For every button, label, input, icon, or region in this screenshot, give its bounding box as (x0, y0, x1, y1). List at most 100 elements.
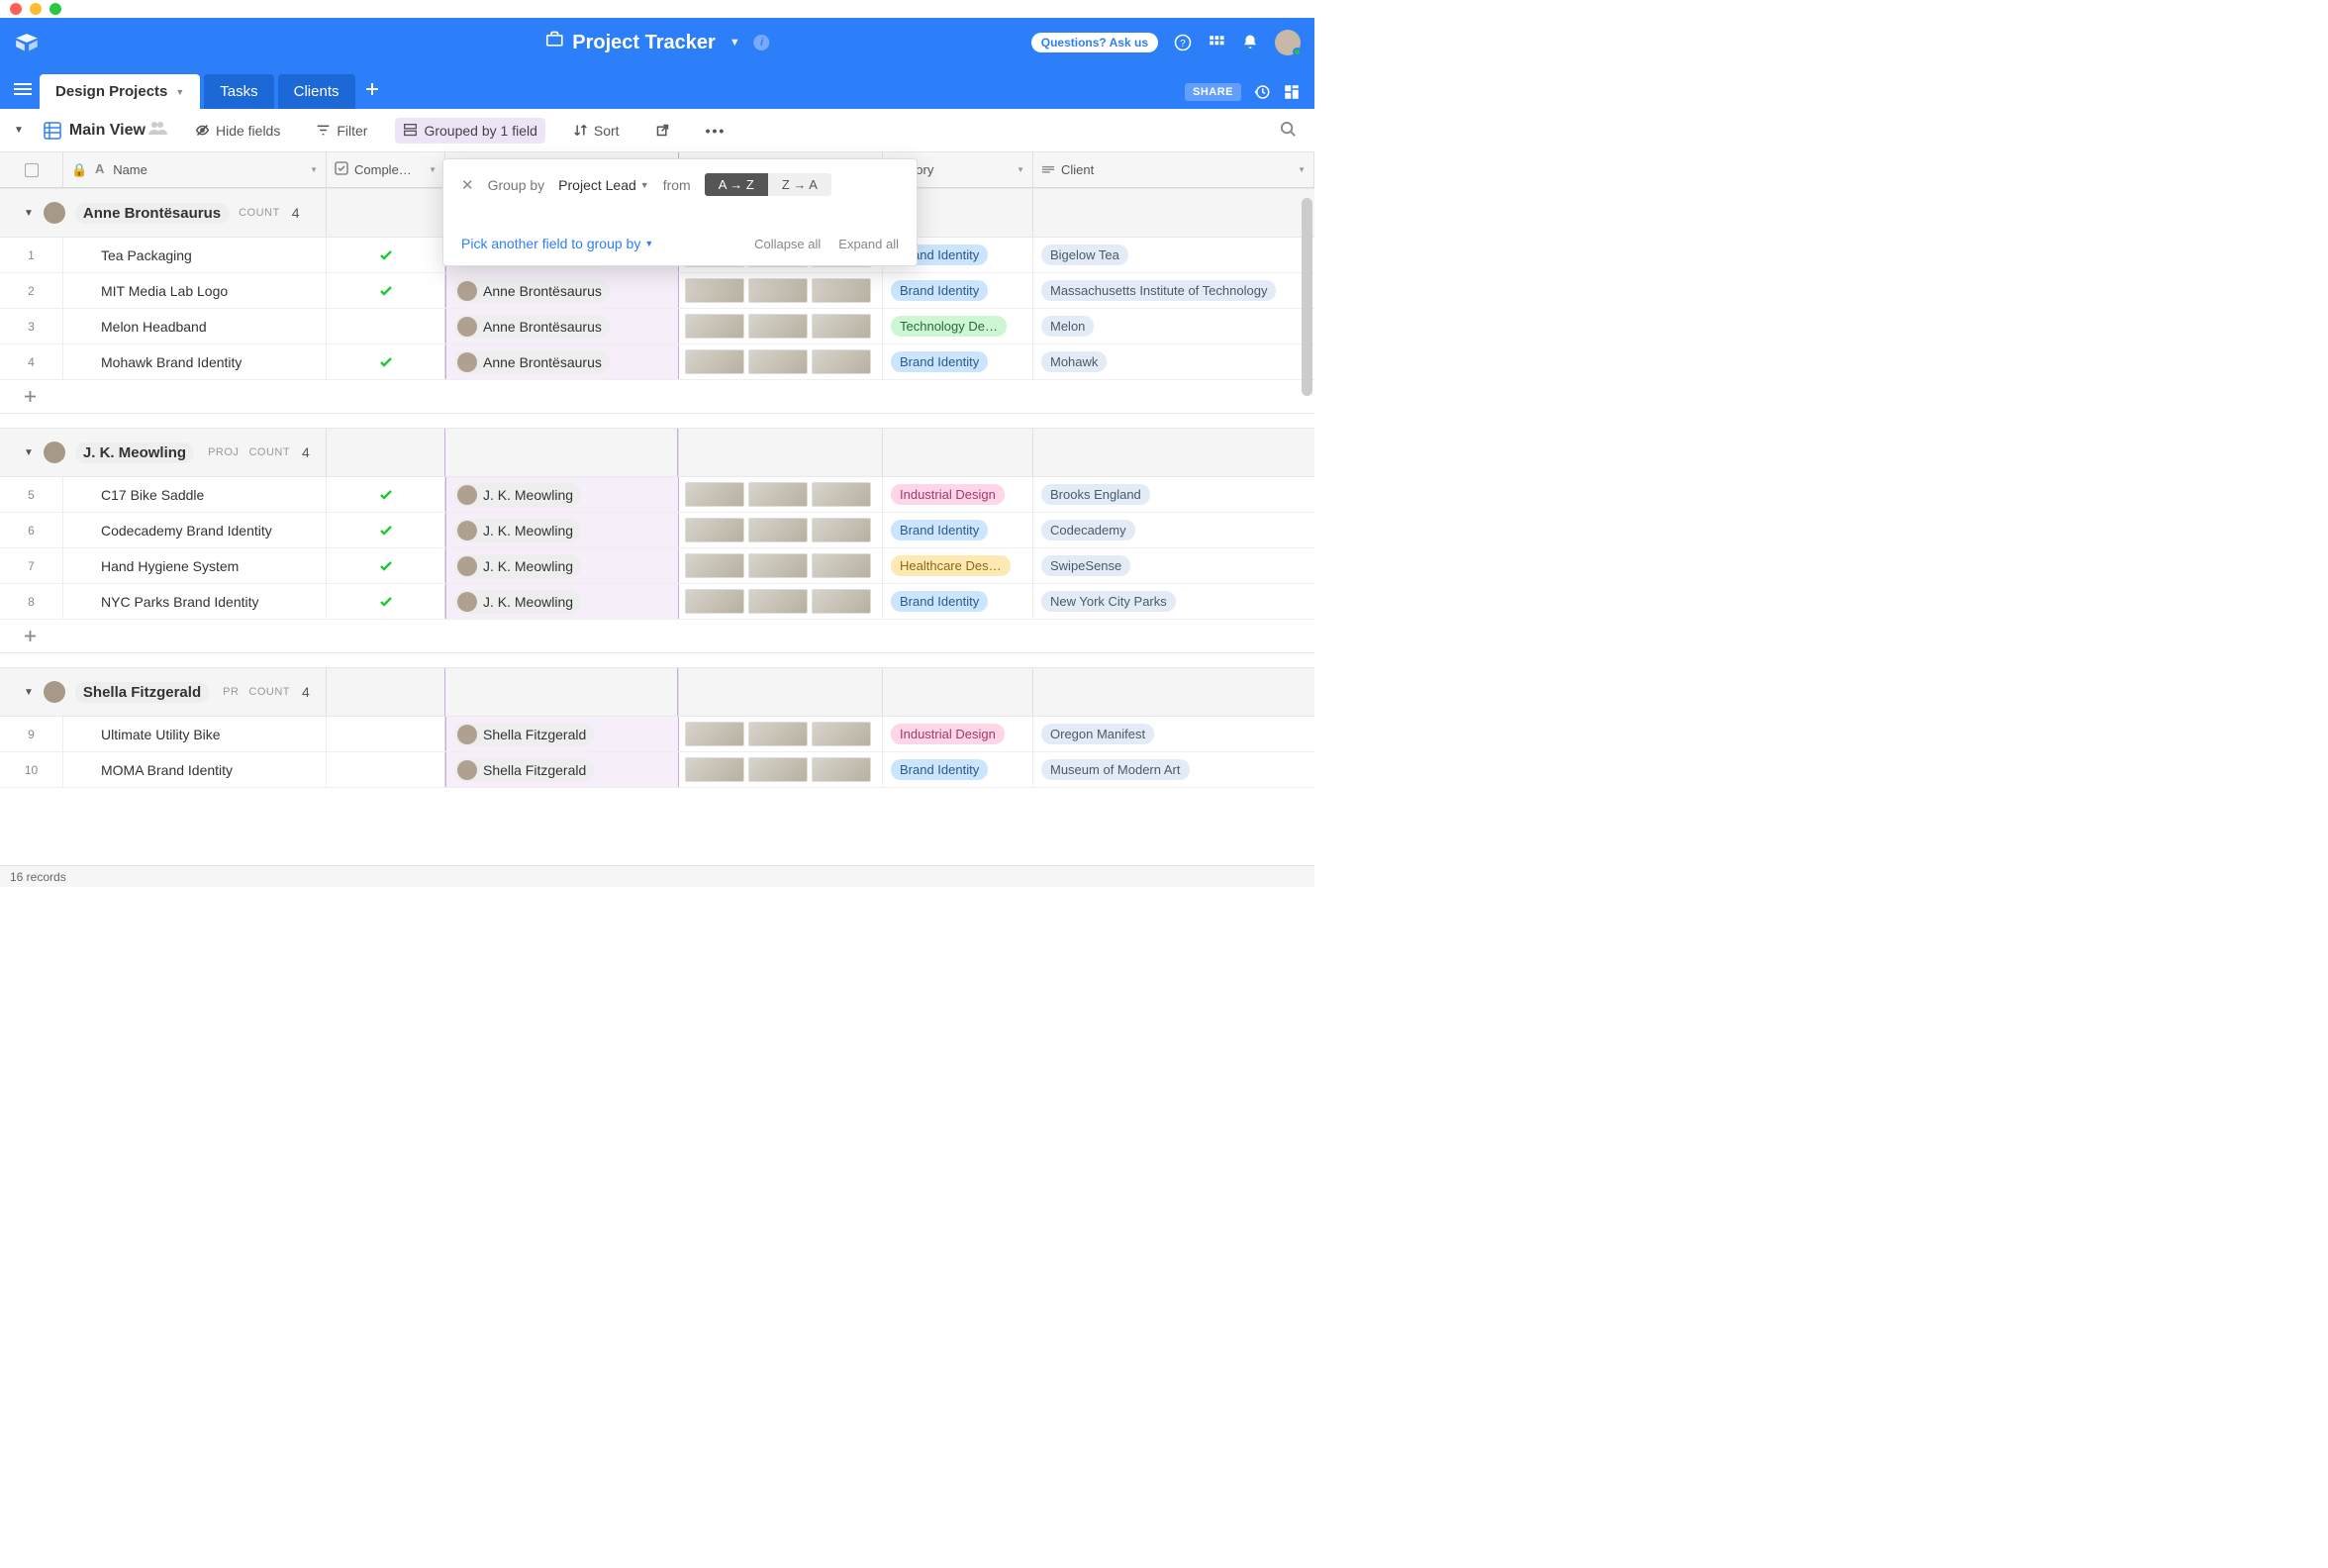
attachment-thumbnail[interactable] (748, 518, 808, 542)
apps-grid-icon[interactable] (1208, 34, 1225, 51)
expand-all-button[interactable]: Expand all (838, 237, 899, 251)
cell-client[interactable]: New York City Parks (1033, 584, 1314, 619)
attachment-thumbnail[interactable] (748, 722, 808, 746)
column-header-name[interactable]: 🔒 A Name ▼ (63, 152, 327, 187)
cell-category[interactable]: Healthcare Des… (883, 548, 1033, 583)
attachment-thumbnail[interactable] (685, 278, 744, 303)
cell-client[interactable]: Brooks England (1033, 477, 1314, 512)
cell-name[interactable]: Codecademy Brand Identity (63, 513, 327, 547)
cell-project-lead[interactable]: J. K. Meowling (445, 477, 679, 512)
group-button[interactable]: Grouped by 1 field (395, 118, 544, 144)
attachment-thumbnail[interactable] (748, 349, 808, 374)
cell-photos[interactable] (679, 584, 883, 619)
cell-client[interactable]: Bigelow Tea (1033, 238, 1314, 272)
attachment-thumbnail[interactable] (748, 589, 808, 614)
cell-complete[interactable] (327, 584, 445, 619)
cell-client[interactable]: Massachusetts Institute of Technology (1033, 273, 1314, 308)
attachment-thumbnail[interactable] (812, 722, 871, 746)
sort-button[interactable]: Sort (565, 118, 628, 144)
base-dropdown-caret-icon[interactable]: ▼ (729, 37, 740, 49)
column-header-client[interactable]: Client ▼ (1033, 152, 1314, 187)
cell-photos[interactable] (679, 548, 883, 583)
cell-name[interactable]: MIT Media Lab Logo (63, 273, 327, 308)
cell-complete[interactable] (327, 548, 445, 583)
view-switcher[interactable]: Main View (44, 120, 167, 141)
attachment-thumbnail[interactable] (812, 482, 871, 507)
cell-category[interactable]: Industrial Design (883, 717, 1033, 751)
cell-category[interactable]: Brand Identity (883, 584, 1033, 619)
column-menu-caret-icon[interactable]: ▼ (1017, 165, 1024, 174)
cell-name[interactable]: MOMA Brand Identity (63, 752, 327, 787)
tab-tasks[interactable]: Tasks (204, 74, 273, 109)
cell-complete[interactable] (327, 752, 445, 787)
cell-complete[interactable] (327, 238, 445, 272)
vertical-scrollbar[interactable] (1302, 198, 1312, 396)
collaborators-icon[interactable] (147, 120, 167, 141)
column-menu-caret-icon[interactable]: ▼ (1298, 165, 1306, 174)
tab-clients[interactable]: Clients (278, 74, 355, 109)
group-header[interactable]: ▼Shella FitzgeraldPRCOUNT4 (0, 667, 1314, 717)
collapse-all-button[interactable]: Collapse all (754, 237, 821, 251)
maximize-window-icon[interactable] (49, 3, 61, 15)
table-row[interactable]: 4Mohawk Brand IdentityAnne BrontësaurusB… (0, 344, 1314, 380)
cell-photos[interactable] (679, 273, 883, 308)
attachment-thumbnail[interactable] (812, 278, 871, 303)
cell-name[interactable]: Tea Packaging (63, 238, 327, 272)
cell-complete[interactable] (327, 273, 445, 308)
cell-name[interactable]: Melon Headband (63, 309, 327, 343)
attachment-thumbnail[interactable] (812, 349, 871, 374)
column-header-complete[interactable]: Comple… ▼ (327, 152, 445, 187)
notifications-bell-icon[interactable] (1241, 34, 1259, 51)
attachment-thumbnail[interactable] (812, 589, 871, 614)
cell-name[interactable]: NYC Parks Brand Identity (63, 584, 327, 619)
cell-client[interactable]: Museum of Modern Art (1033, 752, 1314, 787)
blocks-icon[interactable] (1283, 83, 1301, 101)
select-all-column[interactable] (0, 152, 63, 187)
attachment-thumbnail[interactable] (748, 314, 808, 339)
attachment-thumbnail[interactable] (685, 349, 744, 374)
cell-category[interactable]: Brand Identity (883, 513, 1033, 547)
collapse-group-caret-icon[interactable]: ▼ (24, 687, 34, 698)
cell-name[interactable]: Mohawk Brand Identity (63, 344, 327, 379)
user-avatar[interactable] (1275, 30, 1301, 55)
hide-fields-button[interactable]: Hide fields (187, 118, 288, 144)
cell-project-lead[interactable]: Anne Brontësaurus (445, 273, 679, 308)
group-header[interactable]: ▼J. K. MeowlingPROJCOUNT4 (0, 428, 1314, 477)
cell-project-lead[interactable]: Anne Brontësaurus (445, 309, 679, 343)
table-row[interactable]: 2MIT Media Lab LogoAnne BrontësaurusBran… (0, 273, 1314, 309)
add-record-button[interactable] (0, 620, 1314, 653)
attachment-thumbnail[interactable] (748, 757, 808, 782)
cell-client[interactable]: Melon (1033, 309, 1314, 343)
table-row[interactable]: 6Codecademy Brand IdentityJ. K. Meowling… (0, 513, 1314, 548)
attachment-thumbnail[interactable] (685, 314, 744, 339)
history-icon[interactable] (1253, 83, 1271, 101)
tab-design-projects[interactable]: Design Projects ▼ (40, 74, 200, 109)
cell-photos[interactable] (679, 752, 883, 787)
cell-photos[interactable] (679, 513, 883, 547)
close-window-icon[interactable] (10, 3, 22, 15)
group-field-select[interactable]: Project Lead ▼ (558, 177, 649, 193)
cell-client[interactable]: Mohawk (1033, 344, 1314, 379)
cell-project-lead[interactable]: Shella Fitzgerald (445, 717, 679, 751)
attachment-thumbnail[interactable] (685, 589, 744, 614)
cell-photos[interactable] (679, 309, 883, 343)
cell-project-lead[interactable]: Anne Brontësaurus (445, 344, 679, 379)
share-button[interactable]: SHARE (1185, 83, 1241, 101)
views-sidebar-caret-icon[interactable]: ▼ (14, 125, 24, 136)
cell-project-lead[interactable]: J. K. Meowling (445, 513, 679, 547)
cell-category[interactable]: Industrial Design (883, 477, 1033, 512)
minimize-window-icon[interactable] (30, 3, 42, 15)
cell-complete[interactable] (327, 344, 445, 379)
cell-project-lead[interactable]: Shella Fitzgerald (445, 752, 679, 787)
cell-client[interactable]: Codecademy (1033, 513, 1314, 547)
add-group-field-button[interactable]: Pick another field to group by ▼ (461, 236, 653, 251)
help-icon[interactable]: ? (1174, 34, 1192, 51)
attachment-thumbnail[interactable] (685, 757, 744, 782)
tab-dropdown-caret-icon[interactable]: ▼ (175, 87, 184, 97)
add-table-button[interactable] (355, 72, 389, 109)
attachment-thumbnail[interactable] (685, 518, 744, 542)
cell-category[interactable]: Brand Identity (883, 273, 1033, 308)
attachment-thumbnail[interactable] (685, 553, 744, 578)
ask-button[interactable]: Questions? Ask us (1031, 33, 1158, 52)
sort-direction-toggle[interactable]: A → Z Z → A (705, 173, 831, 196)
